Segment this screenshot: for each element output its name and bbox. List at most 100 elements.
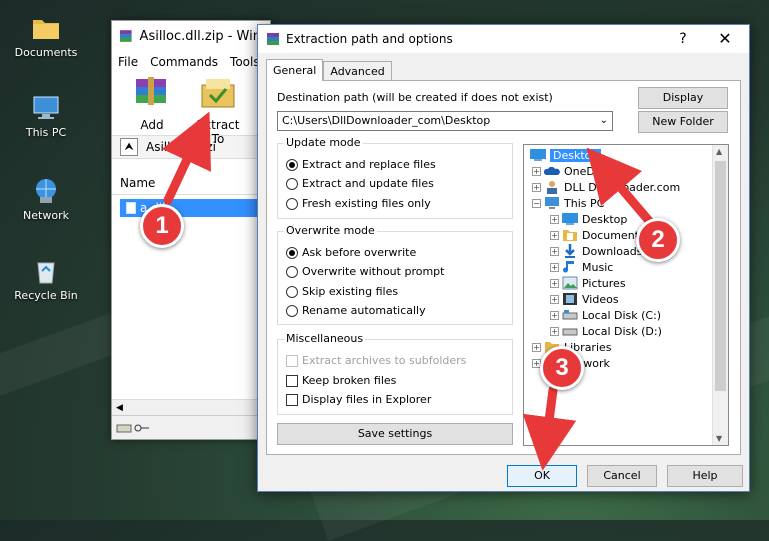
option-label: Skip existing files: [302, 285, 399, 298]
tree-node-downloads[interactable]: + Downloads: [550, 243, 642, 259]
folder-icon: [33, 20, 59, 39]
expand-icon[interactable]: +: [550, 326, 559, 336]
expand-icon[interactable]: +: [550, 310, 559, 320]
pictures-icon: [562, 276, 578, 290]
tree-vertical-scrollbar[interactable]: ▲ ▼: [712, 145, 728, 445]
desktop-icon-network[interactable]: Network: [8, 175, 84, 222]
cancel-button[interactable]: Cancel: [587, 465, 657, 487]
option-label: Rename automatically: [302, 304, 426, 317]
desktop-icon-documents[interactable]: Documents: [8, 12, 84, 59]
destination-path-label: Destination path (will be created if doe…: [277, 91, 553, 104]
radio-skip-existing[interactable]: Skip existing files: [286, 285, 398, 298]
radio-extract-update[interactable]: Extract and update files: [286, 177, 434, 190]
radio-fresh-existing[interactable]: Fresh existing files only: [286, 197, 431, 210]
chevron-down-icon[interactable]: ⌄: [600, 112, 608, 130]
desktop-icon-recycle-bin[interactable]: Recycle Bin: [8, 255, 84, 302]
help-button[interactable]: Help: [667, 465, 743, 487]
radio-button[interactable]: [286, 285, 298, 298]
radio-overwrite-without-prompt[interactable]: Overwrite without prompt: [286, 265, 444, 278]
tree-node-user-folder[interactable]: + DLL Downloader.com: [532, 179, 680, 195]
winrar-title: Asilloc.dll.zip - WinR: [139, 28, 270, 44]
miscellaneous-group: Miscellaneous Extract archives to subfol…: [277, 332, 513, 415]
expand-icon[interactable]: +: [550, 230, 559, 240]
collapse-icon[interactable]: −: [532, 198, 541, 208]
tab-general[interactable]: General: [266, 59, 324, 81]
radio-button[interactable]: [286, 197, 298, 210]
extract-to-icon: [201, 79, 235, 108]
winrar-toolbar: Add Extract To: [112, 73, 270, 146]
tree-node-documents[interactable]: + Documents: [550, 227, 645, 243]
tree-node-desktop-root[interactable]: Desktop: [530, 147, 602, 163]
up-folder-button[interactable]: ⮝: [120, 138, 138, 156]
expand-icon[interactable]: +: [550, 246, 559, 256]
tree-node-label: Videos: [582, 292, 619, 306]
add-button[interactable]: Add: [124, 75, 180, 135]
network-icon: [36, 179, 56, 203]
new-folder-button[interactable]: New Folder: [638, 111, 728, 133]
folder-tree[interactable]: Desktop + OneD + DLL Downloader.com − Th…: [523, 144, 729, 446]
expand-icon[interactable]: +: [532, 182, 541, 192]
update-mode-title: Update mode: [284, 136, 363, 149]
desktop-icon-this-pc[interactable]: This PC: [8, 92, 84, 139]
expand-icon[interactable]: +: [532, 342, 541, 352]
radio-button[interactable]: [286, 265, 298, 278]
tree-node-this-pc[interactable]: − This PC: [532, 195, 604, 211]
overwrite-mode-title: Overwrite mode: [284, 224, 377, 237]
miscellaneous-title: Miscellaneous: [284, 332, 366, 345]
scrollbar-thumb[interactable]: [715, 161, 726, 391]
extract-to-button[interactable]: Extract To: [190, 75, 246, 146]
file-row[interactable]: a dll: [120, 199, 260, 217]
radio-button-checked[interactable]: [286, 158, 298, 171]
winrar-title-bar[interactable]: Asilloc.dll.zip - WinR: [112, 21, 270, 51]
radio-button[interactable]: [286, 177, 298, 190]
help-title-button[interactable]: ?: [673, 29, 693, 49]
checkbox-keep-broken-files[interactable]: Keep broken files: [286, 374, 396, 387]
checkbox[interactable]: [286, 374, 298, 387]
radio-rename-automatically[interactable]: Rename automatically: [286, 304, 426, 317]
winrar-horizontal-scrollbar[interactable]: ◀: [112, 399, 270, 415]
scroll-down-arrow-icon[interactable]: ▼: [716, 434, 722, 443]
tree-node-local-disk-c[interactable]: + Local Disk (C:): [550, 307, 661, 323]
documents-icon: [563, 230, 577, 241]
radio-button[interactable]: [286, 304, 298, 317]
radio-button-checked[interactable]: [286, 246, 298, 259]
menu-file[interactable]: File: [118, 55, 138, 69]
menu-commands[interactable]: Commands: [150, 55, 218, 69]
tree-node-pictures[interactable]: + Pictures: [550, 275, 626, 291]
radio-ask-before-overwrite[interactable]: Ask before overwrite: [286, 246, 416, 259]
cloud-icon: [544, 166, 560, 175]
expand-icon[interactable]: +: [550, 278, 559, 288]
checkbox-display-in-explorer[interactable]: Display files in Explorer: [286, 393, 431, 406]
winrar-file-list[interactable]: Name a dll: [112, 171, 270, 417]
general-tab-panel: Destination path (will be created if doe…: [266, 80, 741, 455]
music-note-icon: [563, 261, 574, 273]
expand-icon[interactable]: +: [532, 166, 541, 176]
tree-node-onedrive[interactable]: + OneD: [532, 163, 595, 179]
expand-icon[interactable]: +: [550, 214, 559, 224]
close-icon[interactable]: ✕: [715, 29, 735, 49]
tree-node-label: This PC: [564, 196, 605, 210]
tree-node-music[interactable]: + Music: [550, 259, 613, 275]
winrar-window[interactable]: Asilloc.dll.zip - WinR File Commands Too…: [111, 20, 271, 440]
radio-extract-replace[interactable]: Extract and replace files: [286, 158, 436, 171]
add-button-label: Add: [140, 118, 164, 132]
tree-node-desktop[interactable]: + Desktop: [550, 211, 627, 227]
winrar-app-icon: [267, 33, 279, 45]
option-label: Extract and replace files: [302, 158, 436, 171]
tab-advanced[interactable]: Advanced: [323, 61, 392, 81]
expand-icon[interactable]: +: [550, 294, 559, 304]
tree-node-videos[interactable]: + Videos: [550, 291, 619, 307]
dialog-title-bar[interactable]: Extraction path and options ? ✕: [258, 25, 749, 53]
scroll-up-arrow-icon[interactable]: ▲: [716, 147, 722, 156]
extraction-dialog[interactable]: Extraction path and options ? ✕ General …: [257, 24, 750, 492]
column-header-name[interactable]: Name: [112, 171, 270, 195]
save-settings-button[interactable]: Save settings: [277, 423, 513, 445]
menu-tools[interactable]: Tools: [230, 55, 260, 69]
destination-path-combobox[interactable]: C:\Users\DllDownloader_com\Desktop ⌄: [277, 111, 613, 131]
option-label: Extract and update files: [302, 177, 434, 190]
ok-button[interactable]: OK: [507, 465, 577, 487]
checkbox[interactable]: [286, 393, 298, 406]
display-button[interactable]: Display: [638, 87, 728, 109]
expand-icon[interactable]: +: [550, 262, 559, 272]
tree-node-local-disk-d[interactable]: + Local Disk (D:): [550, 323, 662, 339]
